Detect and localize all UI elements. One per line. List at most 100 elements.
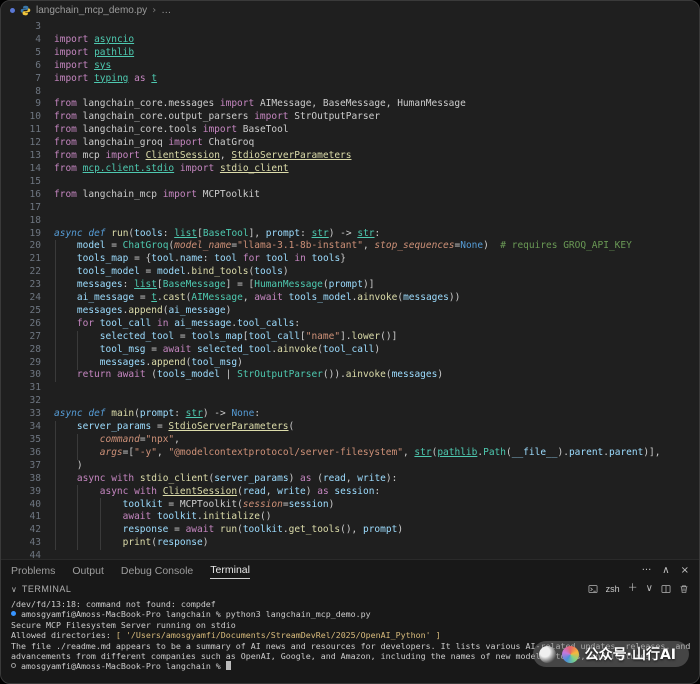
line-number[interactable]: 39 <box>1 486 41 499</box>
line-number[interactable]: 27 <box>1 331 41 344</box>
code-line[interactable]: 36 args=["-y", "@modelcontextprotocol/se… <box>1 447 699 460</box>
code-line[interactable]: 30 return await (tools_model | StrOutput… <box>1 369 699 382</box>
code-line[interactable]: 17 <box>1 202 699 215</box>
line-number[interactable]: 12 <box>1 137 41 150</box>
code-line[interactable]: 24 ai_message = t.cast(AIMessage, await … <box>1 292 699 305</box>
code-line[interactable]: 12from langchain_groq import ChatGroq <box>1 137 699 150</box>
line-number[interactable]: 20 <box>1 240 41 253</box>
panel-tab-terminal[interactable]: Terminal <box>210 562 250 579</box>
split-terminal-icon[interactable] <box>661 584 671 594</box>
code-line[interactable]: 27 selected_tool = tools_map[tool_call["… <box>1 331 699 344</box>
terminal-section-label[interactable]: TERMINAL <box>22 584 72 594</box>
line-number[interactable]: 41 <box>1 511 41 524</box>
code-line[interactable]: 16from langchain_mcp import MCPToolkit <box>1 189 699 202</box>
line-number[interactable]: 3 <box>1 21 41 34</box>
code-line[interactable]: 38 async with stdio_client(server_params… <box>1 473 699 486</box>
code-line[interactable]: 22 tools_model = model.bind_tools(tools) <box>1 266 699 279</box>
code-line[interactable]: 32 <box>1 395 699 408</box>
panel-tab-debug-console[interactable]: Debug Console <box>121 563 193 579</box>
line-number[interactable]: 4 <box>1 34 41 47</box>
line-number[interactable]: 28 <box>1 344 41 357</box>
maximize-panel-icon[interactable]: ∧ <box>662 566 669 576</box>
terminal-instance-icon[interactable] <box>588 584 598 594</box>
line-number[interactable]: 25 <box>1 305 41 318</box>
new-terminal-icon[interactable]: ＋ <box>628 584 638 594</box>
line-number[interactable]: 19 <box>1 228 41 241</box>
line-number[interactable]: 42 <box>1 524 41 537</box>
line-number[interactable]: 17 <box>1 202 41 215</box>
line-number[interactable]: 38 <box>1 473 41 486</box>
more-actions-icon[interactable]: ··· <box>642 566 652 576</box>
code-line[interactable]: 23 messages: list[BaseMessage] = [HumanM… <box>1 279 699 292</box>
code-line[interactable]: 42 response = await run(toolkit.get_tool… <box>1 524 699 537</box>
line-number[interactable]: 34 <box>1 421 41 434</box>
line-number[interactable]: 32 <box>1 395 41 408</box>
code-line[interactable]: 13from mcp import ClientSession, StdioSe… <box>1 150 699 163</box>
line-number[interactable]: 7 <box>1 73 41 86</box>
line-number[interactable]: 43 <box>1 537 41 550</box>
line-number[interactable]: 26 <box>1 318 41 331</box>
code-line[interactable]: 14from mcp.client.stdio import stdio_cli… <box>1 163 699 176</box>
line-number[interactable]: 16 <box>1 189 41 202</box>
terminal[interactable]: /dev/fd/13:18: command not found: compde… <box>1 597 699 683</box>
code-line[interactable]: 35 command="npx", <box>1 434 699 447</box>
terminal-profile-dropdown-icon[interactable]: ∨ <box>646 584 653 594</box>
chevron-down-icon[interactable]: ∨ <box>11 585 17 594</box>
code-line[interactable]: 15 <box>1 176 699 189</box>
line-number[interactable]: 35 <box>1 434 41 447</box>
code-line[interactable]: 18 <box>1 215 699 228</box>
code-line[interactable]: 40 toolkit = MCPToolkit(session=session) <box>1 499 699 512</box>
breadcrumb-file[interactable]: langchain_mcp_demo.py <box>36 5 147 16</box>
line-number[interactable]: 30 <box>1 369 41 382</box>
code-line[interactable]: 6import sys <box>1 60 699 73</box>
code-line[interactable]: 25 messages.append(ai_message) <box>1 305 699 318</box>
code-line[interactable]: 37 ) <box>1 460 699 473</box>
line-number[interactable]: 21 <box>1 253 41 266</box>
line-number[interactable]: 22 <box>1 266 41 279</box>
code-line[interactable]: 10from langchain_core.output_parsers imp… <box>1 111 699 124</box>
code-line[interactable]: 4import asyncio <box>1 34 699 47</box>
code-line[interactable]: 8 <box>1 86 699 99</box>
breadcrumb-symbol[interactable]: … <box>161 5 171 16</box>
code-line[interactable]: 19async def run(tools: list[BaseTool], p… <box>1 228 699 241</box>
line-number[interactable]: 36 <box>1 447 41 460</box>
close-panel-icon[interactable]: × <box>681 566 689 576</box>
panel-tab-problems[interactable]: Problems <box>11 563 55 579</box>
line-number[interactable]: 31 <box>1 382 41 395</box>
code-line[interactable]: 21 tools_map = {tool.name: tool for tool… <box>1 253 699 266</box>
code-line[interactable]: 7import typing as t <box>1 73 699 86</box>
code-line[interactable]: 31 <box>1 382 699 395</box>
line-number[interactable]: 37 <box>1 460 41 473</box>
code-line[interactable]: 34 server_params = StdioServerParameters… <box>1 421 699 434</box>
code-line[interactable]: 43 print(response) <box>1 537 699 550</box>
line-number[interactable]: 8 <box>1 86 41 99</box>
code-line[interactable]: 20 model = ChatGroq(model_name="llama-3.… <box>1 240 699 253</box>
code-line[interactable]: 44 <box>1 550 699 559</box>
code-line[interactable]: 39 async with ClientSession(read, write)… <box>1 486 699 499</box>
command-decoration-icon[interactable] <box>11 611 16 616</box>
line-number[interactable]: 40 <box>1 499 41 512</box>
line-number[interactable]: 15 <box>1 176 41 189</box>
line-number[interactable]: 13 <box>1 150 41 163</box>
line-number[interactable]: 18 <box>1 215 41 228</box>
code-line[interactable]: 5import pathlib <box>1 47 699 60</box>
code-line[interactable]: 28 tool_msg = await selected_tool.ainvok… <box>1 344 699 357</box>
line-number[interactable]: 9 <box>1 98 41 111</box>
line-number[interactable]: 29 <box>1 357 41 370</box>
line-number[interactable]: 44 <box>1 550 41 559</box>
code-editor[interactable]: 3 4import asyncio5import pathlib6import … <box>1 19 699 559</box>
terminal-shell-label[interactable]: zsh <box>606 584 620 594</box>
line-number[interactable]: 6 <box>1 60 41 73</box>
code-line[interactable]: 11from langchain_core.tools import BaseT… <box>1 124 699 137</box>
line-number[interactable]: 11 <box>1 124 41 137</box>
line-number[interactable]: 5 <box>1 47 41 60</box>
line-number[interactable]: 23 <box>1 279 41 292</box>
kill-terminal-icon[interactable] <box>679 584 689 594</box>
code-line[interactable]: 9from langchain_core.messages import AIM… <box>1 98 699 111</box>
command-decoration-icon[interactable] <box>11 663 16 668</box>
code-line[interactable]: 29 messages.append(tool_msg) <box>1 357 699 370</box>
line-number[interactable]: 24 <box>1 292 41 305</box>
panel-tab-output[interactable]: Output <box>72 563 104 579</box>
line-number[interactable]: 14 <box>1 163 41 176</box>
code-line[interactable]: 41 await toolkit.initialize() <box>1 511 699 524</box>
